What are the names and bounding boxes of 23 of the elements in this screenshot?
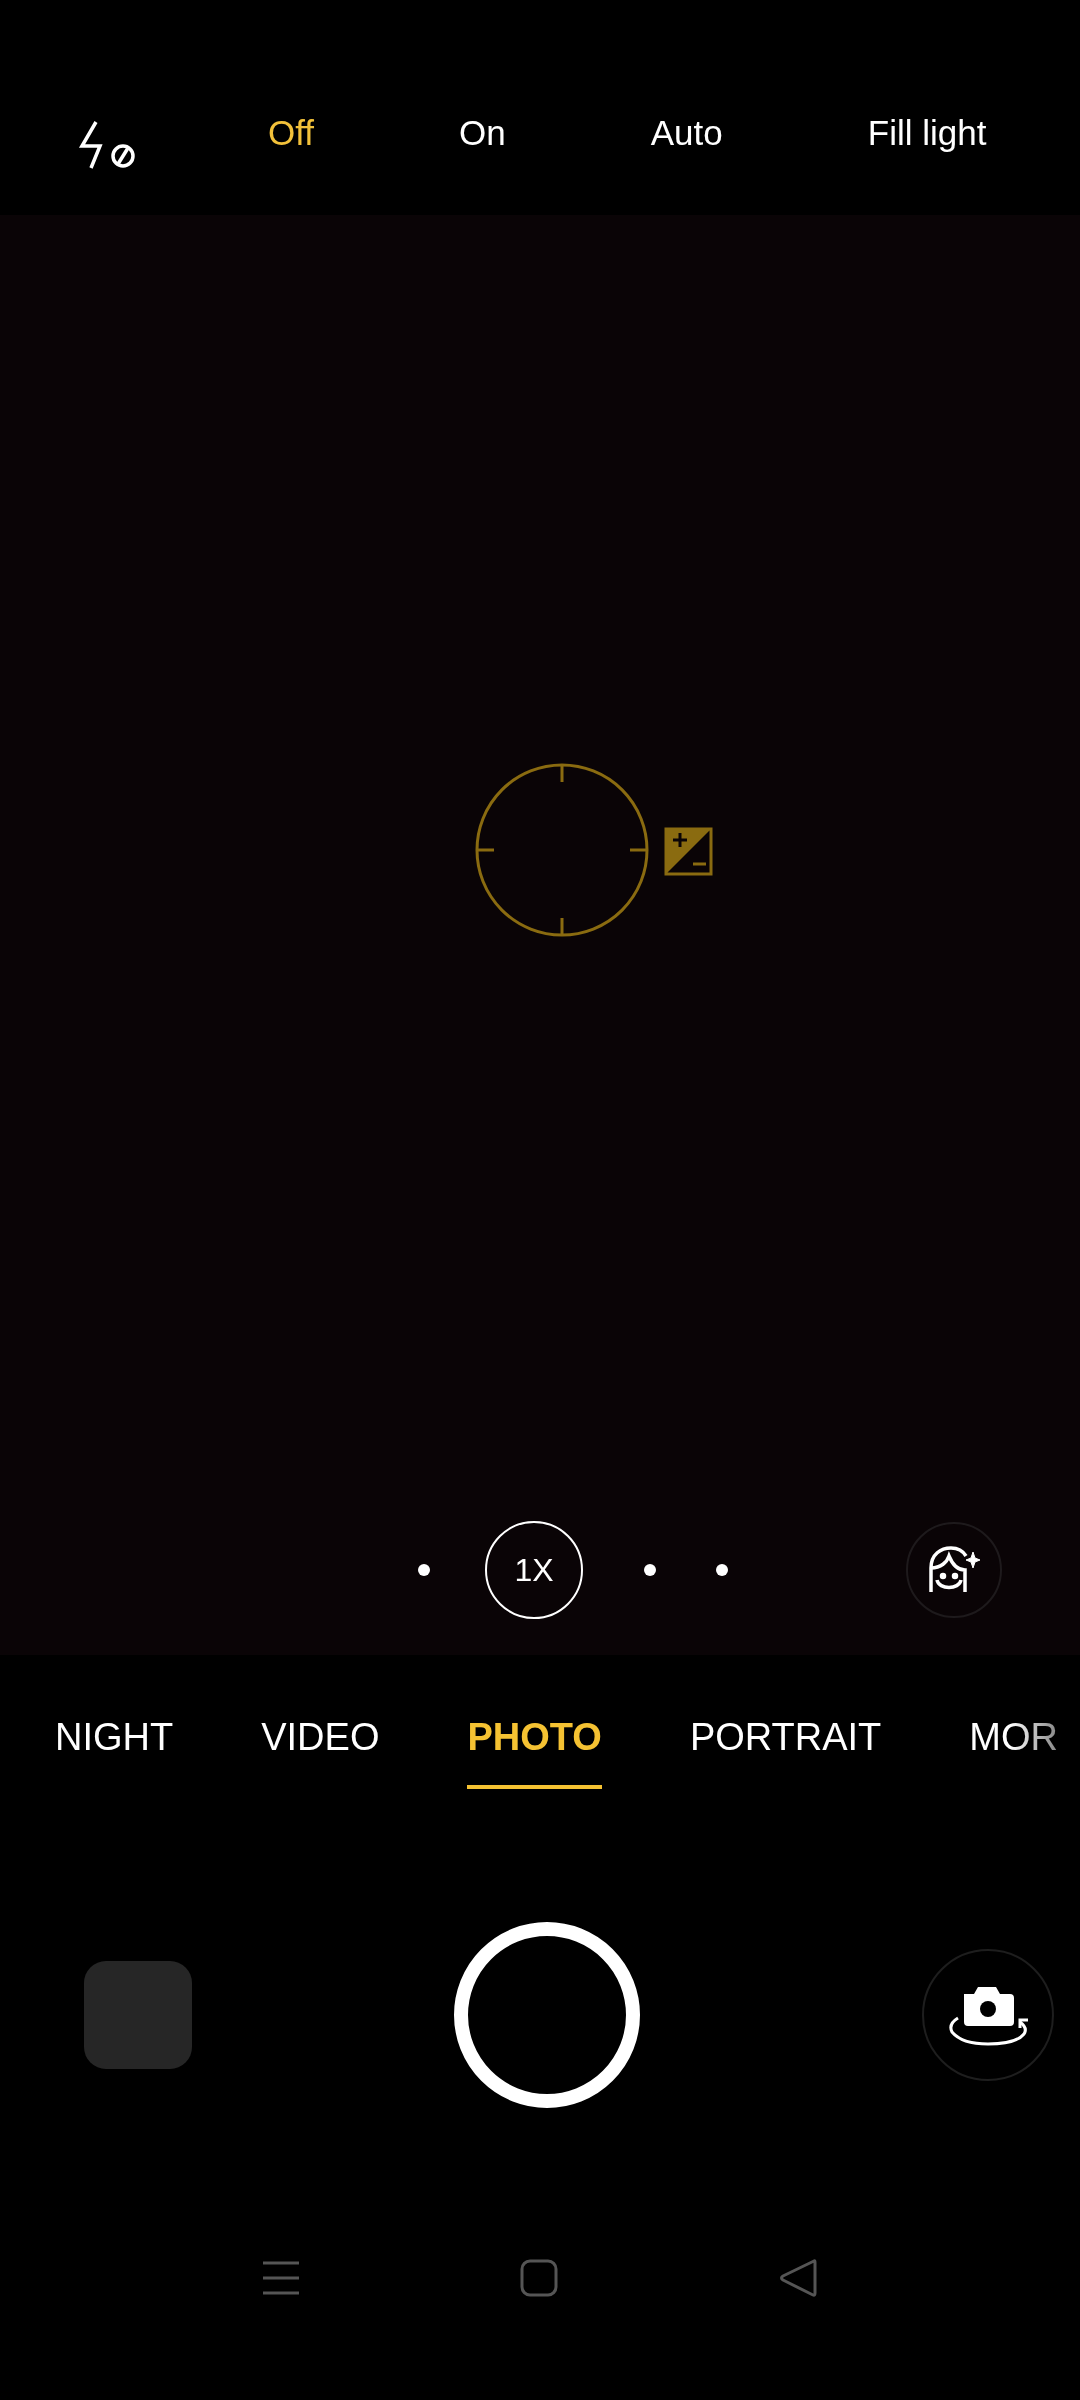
mode-tab[interactable]: MOR <box>969 1717 1058 1789</box>
shutter-button[interactable] <box>454 1922 640 2108</box>
beauty-button[interactable] <box>906 1522 1002 1618</box>
flash-option[interactable]: Off <box>268 110 315 156</box>
zoom-dot[interactable] <box>644 1564 656 1576</box>
mode-tab[interactable]: PHOTO <box>467 1717 602 1789</box>
back-icon[interactable] <box>778 2257 818 2298</box>
mode-tab[interactable]: VIDEO <box>261 1717 380 1789</box>
exposure-icon[interactable] <box>664 827 713 876</box>
mode-tab[interactable]: NIGHT <box>55 1717 174 1789</box>
flash-option[interactable]: Auto <box>650 110 723 156</box>
home-icon[interactable] <box>520 2258 558 2297</box>
switch-camera-button[interactable] <box>922 1949 1054 2081</box>
zoom-button[interactable]: 1X <box>485 1521 583 1619</box>
zoom-dot[interactable] <box>716 1564 728 1576</box>
face-sparkle-icon <box>927 1546 981 1594</box>
zoom-dot[interactable] <box>418 1564 430 1576</box>
mode-tab[interactable]: PORTRAIT <box>689 1717 882 1789</box>
menu-icon[interactable] <box>262 2260 300 2295</box>
gallery-thumbnail[interactable] <box>84 1961 192 2069</box>
flash-option[interactable]: Fill light <box>867 110 987 156</box>
flash-option[interactable]: On <box>459 110 506 156</box>
flash-off-icon[interactable] <box>78 120 138 172</box>
